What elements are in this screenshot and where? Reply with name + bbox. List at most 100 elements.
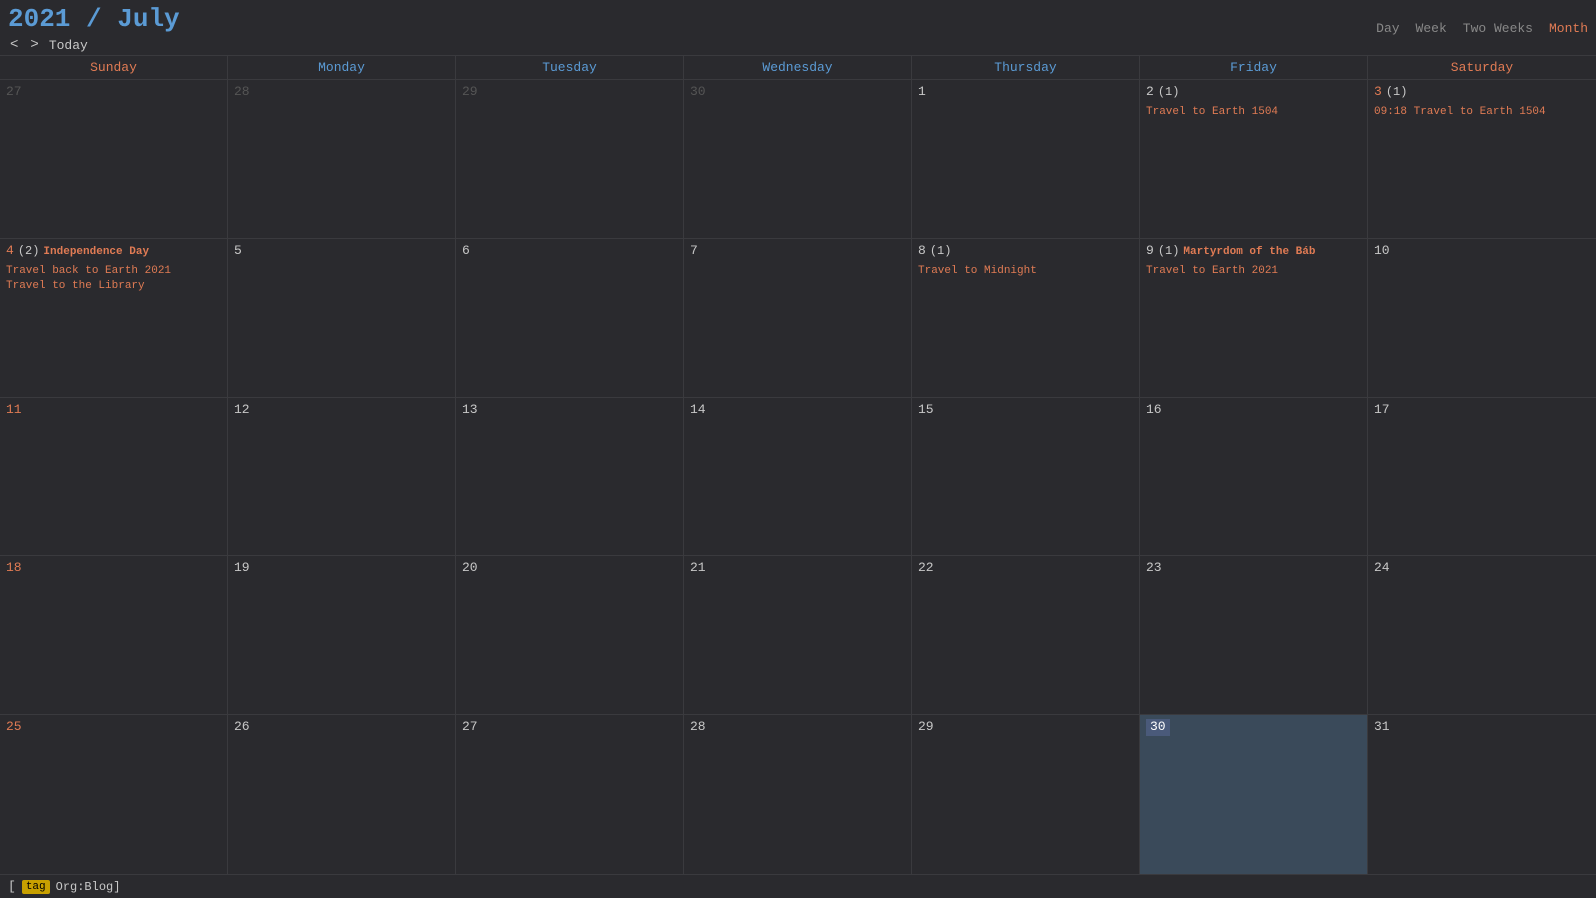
day-cell[interactable]: 29 (456, 80, 684, 238)
title-month: July (117, 4, 179, 34)
day-number: 5 (234, 243, 449, 260)
day-number: 10 (1374, 243, 1590, 260)
day-cell[interactable]: 14 (684, 398, 912, 556)
day-number: 4 (6, 243, 14, 260)
header: 2021 / July < > Today Day Week Two Weeks… (0, 0, 1596, 55)
day-number: 22 (918, 560, 1133, 577)
day-cell[interactable]: 28 (228, 80, 456, 238)
day-cell[interactable]: 15 (912, 398, 1140, 556)
header-thursday: Thursday (912, 56, 1140, 79)
day-number: 28 (234, 84, 449, 101)
day-cell[interactable]: 5 (228, 239, 456, 397)
prev-button[interactable]: < (8, 37, 20, 53)
day-number: 8 (918, 243, 926, 260)
day-cell[interactable]: 22 (912, 556, 1140, 714)
event-count: (2) (18, 244, 40, 258)
header-wednesday: Wednesday (684, 56, 912, 79)
event-count: (1) (1158, 85, 1180, 99)
day-cell[interactable]: 7 (684, 239, 912, 397)
day-number: 3 (1374, 84, 1382, 101)
day-num-row: 2 (1) (1146, 84, 1361, 103)
day-cell[interactable]: 24 (1368, 556, 1596, 714)
day-number: 16 (1146, 402, 1361, 419)
event-item[interactable]: Travel to Earth 2021 (1146, 264, 1361, 279)
day-cell[interactable]: 8 (1) Travel to Midnight (912, 239, 1140, 397)
event-item-inline[interactable]: Martyrdom of the Báb (1183, 245, 1315, 260)
day-number: 27 (6, 84, 221, 101)
event-item[interactable]: Travel to Midnight (918, 264, 1133, 279)
day-cell[interactable]: 30 (684, 80, 912, 238)
day-number: 29 (462, 84, 677, 101)
day-cell[interactable]: 25 (0, 715, 228, 874)
day-cell[interactable]: 18 (0, 556, 228, 714)
day-number: 25 (6, 719, 221, 736)
day-cell[interactable]: 1 (912, 80, 1140, 238)
event-item[interactable]: Travel back to Earth 2021 (6, 264, 221, 279)
title-sep: / (70, 4, 117, 34)
event-item[interactable]: Travel to the Library (6, 279, 221, 294)
day-number: 20 (462, 560, 677, 577)
day-cell[interactable]: 12 (228, 398, 456, 556)
day-cell[interactable]: 9 (1) Martyrdom of the Báb Travel to Ear… (1140, 239, 1368, 397)
view-two-weeks[interactable]: Two Weeks (1463, 21, 1533, 36)
week-row: 27 28 29 30 1 2 (1) Travel to Earth 1504… (0, 80, 1596, 239)
day-cell[interactable]: 28 (684, 715, 912, 874)
title-year: 2021 (8, 4, 70, 34)
day-cell-today[interactable]: 30 (1140, 715, 1368, 874)
footer-label: Org:Blog] (56, 880, 121, 894)
day-number: 31 (1374, 719, 1590, 736)
calendar-grid: 27 28 29 30 1 2 (1) Travel to Earth 1504… (0, 80, 1596, 874)
day-headers: Sunday Monday Tuesday Wednesday Thursday… (0, 56, 1596, 80)
day-number: 14 (690, 402, 905, 419)
week-row: 4 (2) Independence Day Travel back to Ea… (0, 239, 1596, 398)
day-cell[interactable]: 29 (912, 715, 1140, 874)
day-num-row: 8 (1) (918, 243, 1133, 262)
day-cell[interactable]: 6 (456, 239, 684, 397)
next-button[interactable]: > (28, 37, 40, 53)
week-row: 11 12 13 14 15 16 17 (0, 398, 1596, 557)
day-number: 17 (1374, 402, 1590, 419)
day-num-row: 9 (1) Martyrdom of the Báb (1146, 243, 1361, 262)
day-cell[interactable]: 3 (1) 09:18 Travel to Earth 1504 (1368, 80, 1596, 238)
day-cell[interactable]: 17 (1368, 398, 1596, 556)
view-month[interactable]: Month (1549, 21, 1588, 36)
day-number: 29 (918, 719, 1133, 736)
view-day[interactable]: Day (1376, 21, 1399, 36)
day-cell[interactable]: 2 (1) Travel to Earth 1504 (1140, 80, 1368, 238)
day-cell[interactable]: 26 (228, 715, 456, 874)
day-number: 15 (918, 402, 1133, 419)
view-week[interactable]: Week (1416, 21, 1447, 36)
day-number: 28 (690, 719, 905, 736)
day-cell[interactable]: 27 (456, 715, 684, 874)
day-cell[interactable]: 16 (1140, 398, 1368, 556)
day-number: 23 (1146, 560, 1361, 577)
header-monday: Monday (228, 56, 456, 79)
day-number: 26 (234, 719, 449, 736)
event-item[interactable]: 09:18 Travel to Earth 1504 (1374, 105, 1590, 120)
page-title: 2021 / July (8, 4, 180, 35)
day-cell[interactable]: 10 (1368, 239, 1596, 397)
day-cell[interactable]: 13 (456, 398, 684, 556)
view-switcher: Day Week Two Weeks Month (1376, 21, 1588, 36)
day-number: 1 (918, 84, 1133, 101)
event-item[interactable]: Travel to Earth 1504 (1146, 105, 1361, 120)
day-cell[interactable]: 23 (1140, 556, 1368, 714)
day-cell[interactable]: 31 (1368, 715, 1596, 874)
header-sunday: Sunday (0, 56, 228, 79)
event-count: (1) (1386, 85, 1408, 99)
day-number: 9 (1146, 243, 1154, 260)
day-cell[interactable]: 4 (2) Independence Day Travel back to Ea… (0, 239, 228, 397)
nav-row: < > Today (8, 37, 180, 53)
footer-tag[interactable]: tag (22, 880, 50, 894)
day-number: 21 (690, 560, 905, 577)
day-cell[interactable]: 21 (684, 556, 912, 714)
today-button[interactable]: Today (49, 38, 88, 53)
header-tuesday: Tuesday (456, 56, 684, 79)
event-item-inline[interactable]: Independence Day (43, 245, 149, 260)
calendar: Sunday Monday Tuesday Wednesday Thursday… (0, 55, 1596, 874)
day-cell[interactable]: 19 (228, 556, 456, 714)
day-cell[interactable]: 27 (0, 80, 228, 238)
bracket-open: [ (8, 879, 16, 894)
day-cell[interactable]: 11 (0, 398, 228, 556)
day-cell[interactable]: 20 (456, 556, 684, 714)
